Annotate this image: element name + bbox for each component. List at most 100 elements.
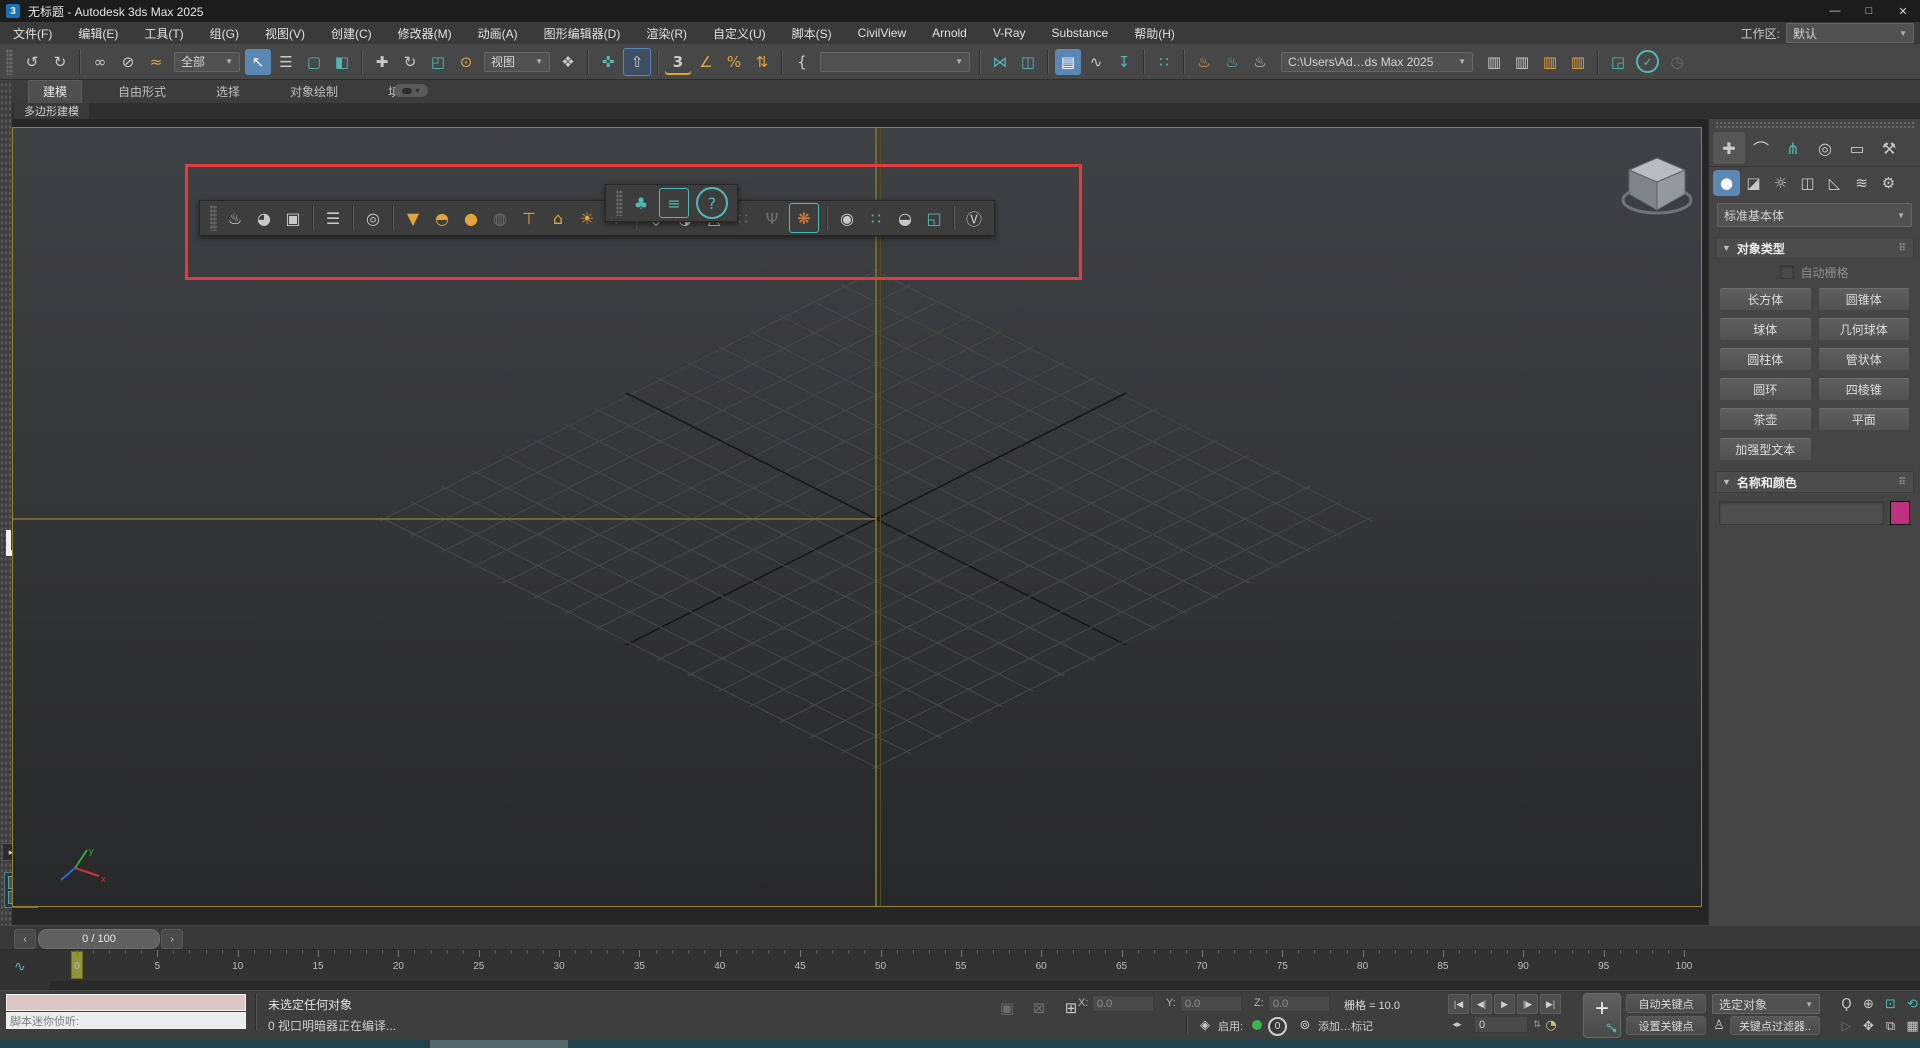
menu-item[interactable]: 图形编辑器(D) xyxy=(531,22,634,44)
vray-override-sphere-icon[interactable]: ◉ xyxy=(833,204,861,232)
vray-fur-icon[interactable]: Ψ xyxy=(758,204,786,232)
mini-curve-editor-icon[interactable]: ∿ xyxy=(14,958,26,975)
select-place-icon[interactable]: ⊙ xyxy=(453,49,479,75)
object-type-button[interactable]: 圆锥体 xyxy=(1818,287,1911,311)
time-slider[interactable]: 0 / 100 xyxy=(38,929,160,949)
ribbon-minimize-button[interactable]: ▾ xyxy=(394,84,428,97)
toolbar-drag-handle[interactable] xyxy=(210,205,217,231)
vray-logo-icon[interactable]: Ⓥ xyxy=(960,204,988,232)
maximize-button[interactable]: □ xyxy=(1852,0,1886,22)
cat-spacewarps-icon[interactable]: ≋ xyxy=(1848,170,1875,196)
vray-disc-light-icon[interactable]: ⊤ xyxy=(515,204,543,232)
unlink-icon[interactable]: ⊘ xyxy=(115,49,141,75)
vray-volume-fire-icon[interactable]: ❋ xyxy=(789,203,819,233)
cat-cameras-icon[interactable]: ◫ xyxy=(1794,170,1821,196)
go-start-icon[interactable]: |◀ xyxy=(1448,994,1469,1014)
current-frame-field[interactable] xyxy=(1474,1016,1528,1033)
forest-tool-icon[interactable]: ♣ xyxy=(627,189,655,217)
menu-item[interactable]: 视图(V) xyxy=(252,22,318,44)
orbit-icon[interactable]: ⟲ xyxy=(1902,994,1920,1015)
key-mode-toggle-icon[interactable]: ◔ xyxy=(1542,1016,1560,1034)
toolbar-drag-handle[interactable] xyxy=(6,49,13,75)
vray-sphere-light-icon[interactable]: ● xyxy=(457,204,485,232)
object-type-button[interactable]: 圆环 xyxy=(1719,377,1812,401)
auto-key-button[interactable]: 自动关键点 xyxy=(1626,994,1706,1013)
tab-hierarchy-icon[interactable]: ⋔ xyxy=(1777,132,1809,164)
walkthrough-icon[interactable]: ▷ xyxy=(1836,1016,1857,1037)
rollout-name-color[interactable]: ▼ 名称和颜色 ⠿ xyxy=(1715,471,1914,493)
render-setup-icon[interactable]: ♨ xyxy=(1191,49,1217,75)
menu-item[interactable]: V-Ray xyxy=(980,22,1039,44)
vray-camera-icon[interactable]: ◎ xyxy=(359,204,387,232)
maxscript-listener-pink[interactable] xyxy=(6,994,246,1011)
track-bar[interactable]: ∿ 05101520253035404550556065707580859095… xyxy=(0,949,1920,991)
link-icon[interactable]: ∞ xyxy=(87,49,113,75)
zero-badge[interactable]: 0 xyxy=(1268,1017,1287,1036)
project-folder-dropdown[interactable]: C:\Users\Ad…ds Max 2025▼ xyxy=(1281,52,1473,72)
send-to-4-icon[interactable]: ▥ xyxy=(1565,49,1591,75)
ribbon-tab[interactable]: 自由形式 xyxy=(104,81,180,103)
z-coord-field[interactable] xyxy=(1268,995,1330,1012)
autogrid-checkbox[interactable] xyxy=(1780,265,1794,279)
pan-hand-icon[interactable]: ✥ xyxy=(1858,1016,1879,1037)
bind-spacewarp-icon[interactable]: ≈ xyxy=(143,49,169,75)
object-type-button[interactable]: 管状体 xyxy=(1818,347,1911,371)
vray-geosphere-icon[interactable]: ◍ xyxy=(486,204,514,232)
primitive-category-dropdown[interactable]: 标准基本体▼ xyxy=(1717,203,1912,227)
send-to-3-icon[interactable]: ▥ xyxy=(1537,49,1563,75)
spinner-snap-icon[interactable]: ⇅ xyxy=(749,49,775,75)
align-icon[interactable]: ◫ xyxy=(1015,49,1041,75)
keyboard-override-icon[interactable]: ⇧ xyxy=(623,48,651,76)
cat-geometry-icon[interactable]: ● xyxy=(1713,170,1740,196)
prev-frame-button[interactable]: ‹ xyxy=(14,929,36,949)
named-selection-dropdown[interactable]: ▼ xyxy=(820,52,970,72)
vray-ies-light-icon[interactable]: ☀ xyxy=(573,204,601,232)
undo-icon[interactable]: ↺ xyxy=(19,49,45,75)
cat-helpers-icon[interactable]: ◺ xyxy=(1821,170,1848,196)
object-name-input[interactable] xyxy=(1719,501,1884,525)
ribbon-tab[interactable]: 建模 xyxy=(28,80,82,103)
window-crossing-icon[interactable]: ◧ xyxy=(329,49,355,75)
key-selection-dropdown[interactable]: 选定对象▼ xyxy=(1712,994,1820,1014)
send-to-2-icon[interactable]: ▥ xyxy=(1509,49,1535,75)
next-frame-icon[interactable]: |▶ xyxy=(1517,994,1538,1014)
selection-filter-dropdown[interactable]: 全部▼ xyxy=(174,52,240,72)
render-production-icon[interactable]: ♨ xyxy=(1247,49,1273,75)
vray-palette-icon[interactable]: ◒ xyxy=(891,204,919,232)
ribbon-toggle-icon[interactable]: ↧ xyxy=(1111,49,1137,75)
menu-item[interactable]: 文件(F) xyxy=(0,22,65,44)
maxscript-listener-input[interactable]: 脚本迷你侦听: xyxy=(6,1012,246,1029)
angle-snap-icon[interactable]: ∠ xyxy=(693,49,719,75)
y-coord-field[interactable] xyxy=(1180,995,1242,1012)
vray-spot-light-icon[interactable]: ▼ xyxy=(399,204,427,232)
list-tool-icon[interactable]: ≡ xyxy=(659,188,689,218)
help-tool-icon[interactable]: ? xyxy=(696,187,728,219)
select-move-icon[interactable]: ✚ xyxy=(369,49,395,75)
object-type-button[interactable]: 平面 xyxy=(1818,407,1911,431)
redo-icon[interactable]: ↻ xyxy=(47,49,73,75)
object-type-button[interactable]: 四棱锥 xyxy=(1818,377,1911,401)
tab-polygon-modeling[interactable]: 多边形建模 xyxy=(14,103,89,119)
shield-icon[interactable]: ◈ xyxy=(1196,1016,1214,1034)
viewcube[interactable] xyxy=(1609,148,1702,226)
tab-utilities-icon[interactable]: ⚒ xyxy=(1873,132,1905,164)
rollout-object-type[interactable]: ▼ 对象类型 ⠿ xyxy=(1715,237,1914,259)
key-step-icon[interactable]: ◂▸ xyxy=(1448,1016,1466,1034)
menu-item[interactable]: 帮助(H) xyxy=(1121,22,1188,44)
zoom-all-icon[interactable]: ⊕ xyxy=(1858,994,1879,1015)
x-coord-field[interactable] xyxy=(1092,995,1154,1012)
selection-lock-icon[interactable]: ⊠ xyxy=(1026,995,1052,1021)
vray-mesh-light-icon[interactable]: ⌂ xyxy=(544,204,572,232)
save-scene-icon[interactable]: ◲ xyxy=(1605,49,1631,75)
vray-color-dots-icon[interactable]: ∷ xyxy=(862,204,890,232)
menu-item[interactable]: 脚本(S) xyxy=(779,22,845,44)
vray-dome-icon[interactable]: ◕ xyxy=(250,204,278,232)
go-end-icon[interactable]: ▶| xyxy=(1540,994,1561,1014)
ribbon-tab[interactable]: 选择 xyxy=(202,81,254,103)
send-to-1-icon[interactable]: ▥ xyxy=(1481,49,1507,75)
coord-system-dropdown[interactable]: 视图▼ xyxy=(484,52,550,72)
object-color-swatch[interactable] xyxy=(1890,501,1910,525)
object-type-button[interactable]: 加强型文本 xyxy=(1719,437,1812,461)
vray-dome-light-icon[interactable]: ◓ xyxy=(428,204,456,232)
menu-item[interactable]: 动画(A) xyxy=(465,22,531,44)
